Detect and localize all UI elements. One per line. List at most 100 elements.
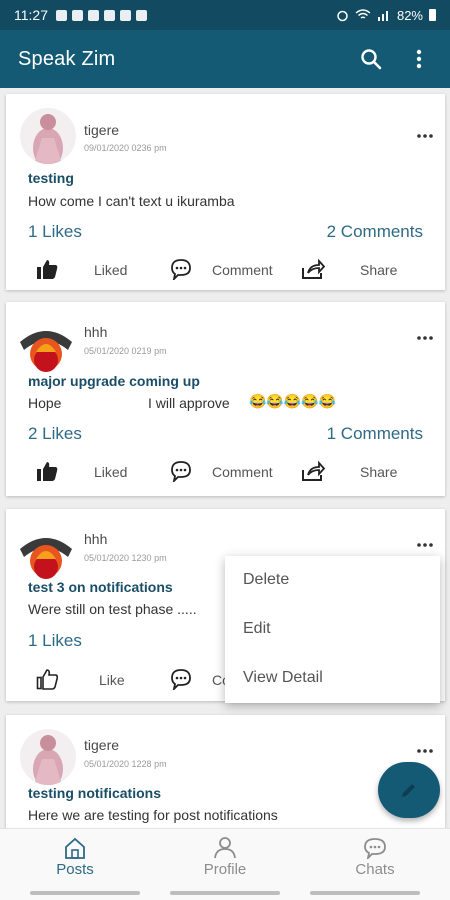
- more-horiz-icon: [417, 543, 433, 547]
- gesture-bar: [170, 891, 280, 895]
- share-button[interactable]: [300, 458, 326, 484]
- overflow-menu-button[interactable]: [406, 46, 432, 72]
- image-notification-icon: [136, 9, 147, 21]
- comment-button[interactable]: [168, 256, 194, 282]
- signal-icon: [377, 11, 388, 21]
- share-icon: [302, 258, 325, 279]
- status-bar: 11:27 82%: [0, 0, 450, 30]
- post-card: tigere 09/01/2020 0236 pm testing How co…: [6, 94, 445, 290]
- post-title: testing notifications: [28, 785, 161, 801]
- post-username[interactable]: tigere: [84, 737, 119, 753]
- post-username[interactable]: hhh: [84, 531, 107, 547]
- more-vert-icon: [416, 49, 422, 69]
- likes-count[interactable]: 2 Likes: [28, 424, 82, 444]
- post-body: How come I can't text u ikuramba: [28, 193, 235, 209]
- more-horiz-icon: [417, 134, 433, 138]
- share-icon: [302, 460, 325, 481]
- like-label[interactable]: Liked: [94, 262, 127, 278]
- post-title: testing: [28, 170, 74, 186]
- menu-item-edit[interactable]: Edit: [243, 620, 271, 638]
- post-actions: Liked Comment Share: [6, 458, 445, 488]
- likes-count[interactable]: 1 Likes: [28, 631, 82, 651]
- post-date: 09/01/2020 0236 pm: [84, 143, 167, 153]
- gesture-bar: [310, 891, 420, 895]
- more-horiz-icon: [417, 749, 433, 753]
- sync-notification-icon: [88, 9, 99, 21]
- app-bar: Speak Zim: [0, 30, 450, 88]
- post-card: hhh 05/01/2020 0219 pm major upgrade com…: [6, 302, 445, 496]
- battery-icon: [429, 9, 436, 21]
- avatar[interactable]: [20, 729, 76, 785]
- thumbs-up-filled-icon: [37, 260, 58, 279]
- edit-pencil-icon: [402, 784, 415, 797]
- post-date: 05/01/2020 0219 pm: [84, 346, 167, 356]
- comment-icon: [171, 259, 191, 280]
- thumbs-up-filled-icon: [37, 462, 58, 481]
- alarm-icon: [337, 10, 348, 21]
- like-label[interactable]: Liked: [94, 464, 127, 480]
- share-button[interactable]: [300, 256, 326, 282]
- comment-label[interactable]: Comment: [212, 262, 273, 278]
- nav-item-chats[interactable]: Chats: [315, 837, 435, 878]
- post-date: 05/01/2020 1230 pm: [84, 553, 167, 563]
- post-title: test 3 on notifications: [28, 579, 173, 595]
- like-button[interactable]: [34, 666, 60, 692]
- comments-count[interactable]: 1 Comments: [327, 424, 423, 444]
- facebook-notification-icon: [72, 9, 83, 21]
- bottom-navigation: Posts Profile Chats: [0, 828, 450, 900]
- comments-count[interactable]: 2 Comments: [327, 222, 423, 242]
- status-time: 11:27: [14, 7, 48, 23]
- posts-feed[interactable]: tigere 09/01/2020 0236 pm testing How co…: [0, 88, 450, 828]
- new-post-fab[interactable]: [378, 762, 440, 818]
- post-options-menu: Delete Edit View Detail: [225, 556, 440, 703]
- post-body-start: Hope: [28, 395, 62, 411]
- post-username[interactable]: tigere: [84, 122, 119, 138]
- more-horiz-icon: [417, 336, 433, 340]
- nav-label-chats: Chats: [355, 861, 395, 878]
- post-options-button[interactable]: [415, 539, 435, 551]
- nav-item-posts[interactable]: Posts: [15, 837, 135, 878]
- menu-item-delete[interactable]: Delete: [243, 571, 289, 589]
- post-card: tigere 05/01/2020 1228 pm testing notifi…: [6, 715, 445, 828]
- notification-icons: [56, 9, 147, 21]
- post-options-button[interactable]: [415, 745, 435, 757]
- gesture-bar: [30, 891, 140, 895]
- nav-item-profile[interactable]: Profile: [165, 837, 285, 878]
- post-body: Here we are testing for post notificatio…: [28, 807, 278, 823]
- like-label[interactable]: Like: [99, 672, 125, 688]
- avatar[interactable]: [20, 108, 76, 164]
- nav-label-profile: Profile: [203, 861, 247, 878]
- post-emojis: 😂😂😂😂😂: [249, 393, 337, 409]
- post-username[interactable]: hhh: [84, 324, 107, 340]
- comment-button[interactable]: [168, 458, 194, 484]
- likes-count[interactable]: 1 Likes: [28, 222, 82, 242]
- app-title: Speak Zim: [18, 47, 116, 70]
- share-label[interactable]: Share: [360, 262, 397, 278]
- comment-label[interactable]: Comment: [212, 464, 273, 480]
- menu-item-view-detail[interactable]: View Detail: [243, 669, 323, 687]
- post-actions: Liked Comment Share: [6, 256, 445, 286]
- facebook-notification-icon: [104, 9, 115, 21]
- share-label[interactable]: Share: [360, 464, 397, 480]
- search-button[interactable]: [358, 46, 384, 72]
- post-body: Were still on test phase .....: [28, 601, 197, 617]
- like-button[interactable]: [34, 256, 60, 282]
- post-date: 05/01/2020 1228 pm: [84, 759, 167, 769]
- status-right: 82%: [336, 8, 436, 23]
- chat-icon: [364, 838, 386, 859]
- like-button[interactable]: [34, 458, 60, 484]
- instagram-notification-icon: [120, 9, 131, 21]
- nav-label-posts: Posts: [56, 861, 94, 878]
- wifi-icon: [355, 9, 371, 19]
- facebook-notification-icon: [56, 9, 67, 21]
- home-icon: [65, 837, 85, 859]
- avatar[interactable]: [14, 314, 78, 378]
- post-body-end: I will approve: [148, 395, 230, 411]
- avatar[interactable]: [14, 521, 78, 585]
- post-options-button[interactable]: [415, 130, 435, 142]
- post-options-button[interactable]: [415, 332, 435, 344]
- comment-button[interactable]: [168, 666, 194, 692]
- comment-icon: [171, 461, 191, 482]
- search-icon: [361, 49, 382, 70]
- thumbs-up-outline-icon: [36, 669, 58, 690]
